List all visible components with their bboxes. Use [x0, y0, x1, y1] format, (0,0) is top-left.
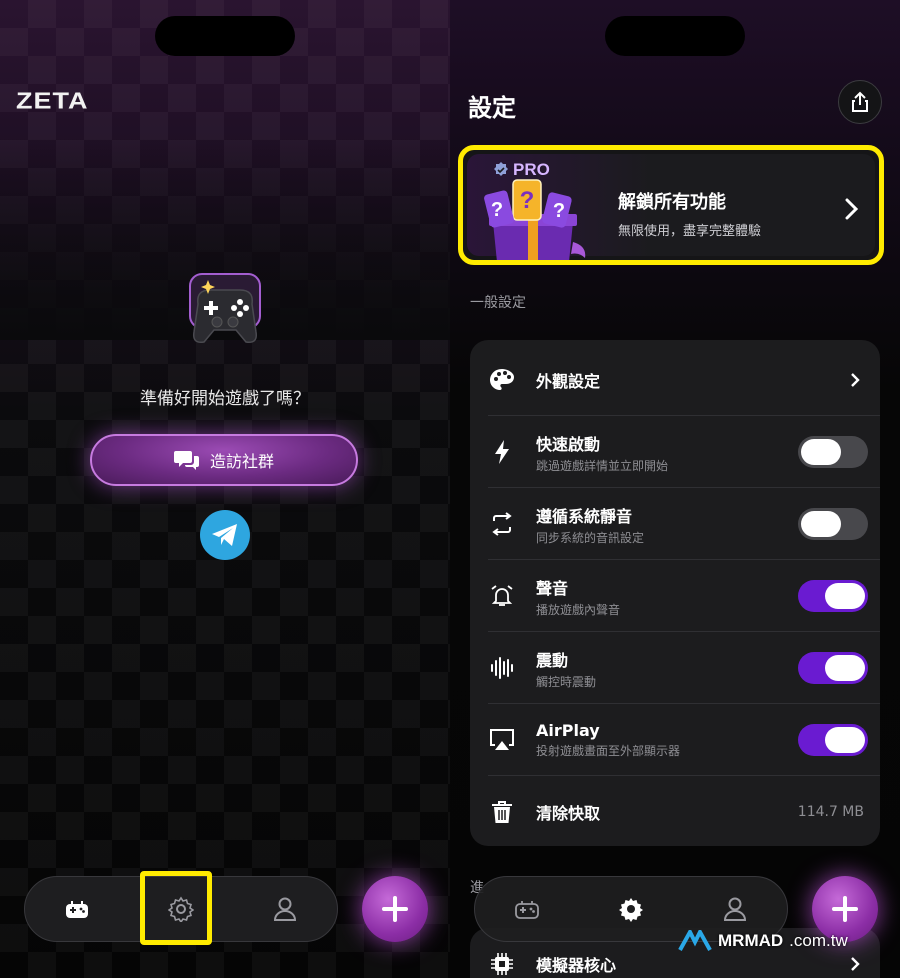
chevron-right-icon [845, 198, 859, 220]
setting-label: 清除快取 [536, 804, 601, 823]
watermark-suffix: .com.tw [789, 931, 848, 950]
share-icon [852, 91, 868, 112]
profile-icon [273, 897, 297, 921]
pro-badge: PRO [493, 160, 550, 180]
setting-label: 快速啟動 [536, 434, 601, 454]
cache-size-value: 114.7 MB [797, 804, 864, 820]
trash-icon [488, 798, 516, 826]
setting-quick-launch: 快速啟動 跳過遊戲詳情並立即開始 [470, 416, 880, 488]
setting-subtitle: 投射遊戲畫面至外部顯示器 [536, 744, 681, 758]
pro-title: 解鎖所有功能 [618, 192, 726, 213]
setting-subtitle: 同步系統的音訊設定 [536, 530, 645, 545]
mrmad-logo-icon [678, 930, 712, 951]
palette-icon [488, 366, 516, 394]
chip-icon [488, 950, 516, 978]
mrmad-watermark: MRMAD .com.tw [678, 930, 848, 952]
visit-community-button[interactable]: 造訪社群 [90, 434, 358, 486]
page-title: 設定 [468, 94, 516, 122]
chevron-right-icon [851, 957, 860, 971]
settings-screen: 設定 ? ? ? PRO 解鎖所有功能 無限使用，盡享完整體驗 一般設定 外觀設… [450, 0, 900, 978]
dynamic-island [155, 16, 295, 56]
svg-text:?: ? [520, 187, 535, 214]
vibration-toggle[interactable] [798, 652, 868, 684]
setting-subtitle: 播放遊戲內聲音 [536, 602, 621, 617]
games-icon [515, 901, 539, 919]
plus-icon [832, 896, 858, 922]
gamepad-badge-icon [189, 273, 261, 344]
verified-badge-icon [494, 162, 508, 176]
airplay-toggle[interactable] [798, 724, 868, 756]
setting-label: 遵循系統靜音 [536, 506, 633, 526]
telegram-button[interactable] [200, 510, 250, 560]
pro-subtitle: 無限使用，盡享完整體驗 [618, 224, 762, 239]
bolt-icon [488, 438, 516, 466]
svg-text:?: ? [553, 200, 565, 222]
tab-games[interactable] [497, 879, 557, 939]
pro-badge-label: PRO [513, 160, 550, 179]
tab-profile[interactable] [255, 879, 315, 939]
setting-sound: 聲音 播放遊戲內聲音 [470, 560, 880, 632]
watermark-brand: MRMAD [718, 931, 784, 950]
setting-appearance[interactable]: 外觀設定 [470, 344, 880, 416]
alarm-bell-icon [488, 582, 516, 610]
chevron-right-icon [851, 373, 860, 387]
setting-label: 聲音 [536, 578, 569, 598]
setting-subtitle: 觸控時震動 [536, 674, 597, 689]
airplay-icon [488, 726, 516, 754]
tab-settings[interactable] [601, 879, 661, 939]
telegram-icon [212, 524, 237, 546]
follow-system-mute-toggle[interactable] [798, 508, 868, 540]
setting-subtitle: 跳過遊戲詳情並立即開始 [536, 458, 669, 473]
svg-text:?: ? [491, 199, 503, 221]
share-button[interactable] [838, 80, 882, 124]
ready-to-play-text: 準備好開始遊戲了嗎？ [140, 389, 310, 409]
setting-label: AirPlay [536, 721, 600, 740]
settings-icon [619, 898, 643, 922]
visit-community-label: 造訪社群 [209, 452, 274, 471]
setting-vibration: 震動 觸控時震動 [470, 632, 880, 704]
chat-bubbles-icon [173, 451, 199, 470]
games-icon [66, 901, 88, 918]
home-screen: ZETA 準備好開始遊戲了嗎？ 造訪社群 [0, 0, 450, 978]
setting-airplay: AirPlay 投射遊戲畫面至外部顯示器 [470, 704, 880, 776]
setting-label: 外觀設定 [536, 372, 601, 391]
general-settings-card: 外觀設定 快速啟動 跳過遊戲詳情並立即開始 遵循系統靜音 同步系統的音訊設定 聲… [470, 340, 880, 846]
profile-icon [723, 897, 747, 921]
waveform-icon [488, 654, 516, 682]
setting-clear-cache[interactable]: 清除快取 114.7 MB [470, 776, 880, 848]
dynamic-island [605, 16, 745, 56]
general-settings-header: 一般設定 [470, 295, 526, 311]
add-game-button[interactable] [362, 876, 428, 942]
setting-label: 模擬器核心 [536, 956, 617, 975]
settings-tab-highlight [140, 871, 212, 945]
quick-launch-toggle[interactable] [798, 436, 868, 468]
pro-unlock-card[interactable]: ? ? ? PRO 解鎖所有功能 無限使用，盡享完整體驗 [458, 145, 884, 265]
setting-follow-system-mute: 遵循系統靜音 同步系統的音訊設定 [470, 488, 880, 560]
setting-label: 震動 [536, 650, 569, 670]
tab-games[interactable] [47, 879, 107, 939]
zeta-logo: ZETA [16, 88, 89, 114]
plus-icon [382, 896, 408, 922]
sync-icon [488, 510, 516, 538]
mystery-gift-icon: ? ? ? [484, 179, 586, 260]
sound-toggle[interactable] [798, 580, 868, 612]
